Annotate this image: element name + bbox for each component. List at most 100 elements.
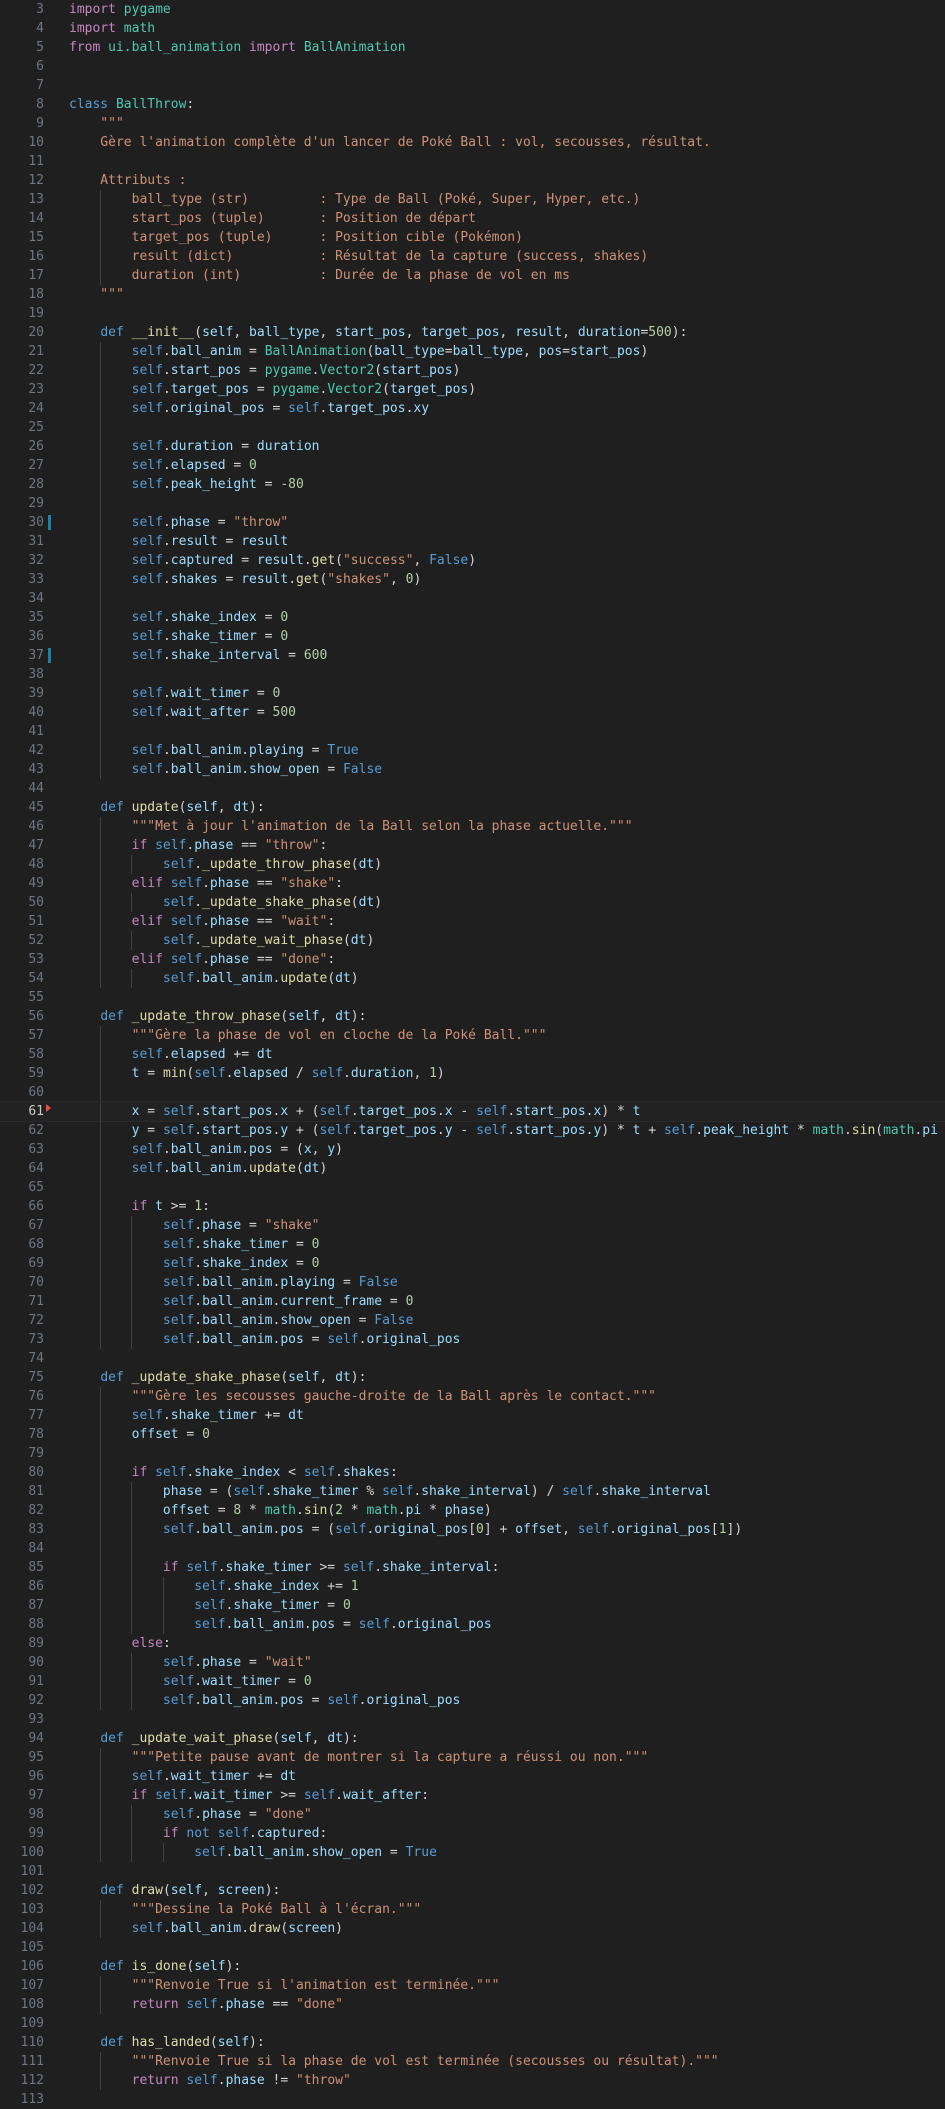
- code-line[interactable]: 81 phase = (self.shake_timer % self.shak…: [0, 1482, 945, 1501]
- code-line[interactable]: 55: [0, 988, 945, 1007]
- code-line[interactable]: 67 self.phase = "shake": [0, 1216, 945, 1235]
- code-line[interactable]: 65: [0, 1178, 945, 1197]
- code-line[interactable]: 70 self.ball_anim.playing = False: [0, 1273, 945, 1292]
- code-line[interactable]: 61 x = self.start_pos.x + (self.target_p…: [0, 1101, 945, 1122]
- code-line[interactable]: 12 Attributs :: [0, 171, 945, 190]
- code-line[interactable]: 24 self.original_pos = self.target_pos.x…: [0, 399, 945, 418]
- code-line[interactable]: 104 self.ball_anim.draw(screen): [0, 1919, 945, 1938]
- code-line[interactable]: 43 self.ball_anim.show_open = False: [0, 760, 945, 779]
- code-line[interactable]: 108 return self.phase == "done": [0, 1995, 945, 2014]
- code-line[interactable]: 72 self.ball_anim.show_open = False: [0, 1311, 945, 1330]
- code-line[interactable]: 22 self.start_pos = pygame.Vector2(start…: [0, 361, 945, 380]
- code-line[interactable]: 47 if self.phase == "throw":: [0, 836, 945, 855]
- code-line[interactable]: 92 self.ball_anim.pos = self.original_po…: [0, 1691, 945, 1710]
- code-line[interactable]: 38: [0, 665, 945, 684]
- code-line[interactable]: 78 offset = 0: [0, 1425, 945, 1444]
- code-line[interactable]: 89 else:: [0, 1634, 945, 1653]
- code-line[interactable]: 106 def is_done(self):: [0, 1957, 945, 1976]
- code-line[interactable]: 27 self.elapsed = 0: [0, 456, 945, 475]
- code-line[interactable]: 32 self.captured = result.get("success",…: [0, 551, 945, 570]
- code-line[interactable]: 41: [0, 722, 945, 741]
- code-line[interactable]: 9 """: [0, 114, 945, 133]
- code-line[interactable]: 87 self.shake_timer = 0: [0, 1596, 945, 1615]
- code-line[interactable]: 95 """Petite pause avant de montrer si l…: [0, 1748, 945, 1767]
- code-line[interactable]: 88 self.ball_anim.pos = self.original_po…: [0, 1615, 945, 1634]
- code-line[interactable]: 4 import math: [0, 19, 945, 38]
- code-line[interactable]: 7: [0, 76, 945, 95]
- code-line[interactable]: 113: [0, 2090, 945, 2109]
- code-line[interactable]: 62 y = self.start_pos.y + (self.target_p…: [0, 1121, 945, 1140]
- code-line[interactable]: 57 """Gère la phase de vol en cloche de …: [0, 1026, 945, 1045]
- code-line[interactable]: 46 """Met à jour l'animation de la Ball …: [0, 817, 945, 836]
- code-line[interactable]: 14 start_pos (tuple) : Position de dépar…: [0, 209, 945, 228]
- code-line[interactable]: 53 elif self.phase == "done":: [0, 950, 945, 969]
- code-line[interactable]: 20 def __init__(self, ball_type, start_p…: [0, 323, 945, 342]
- code-line[interactable]: 37 self.shake_interval = 600: [0, 646, 945, 665]
- code-line[interactable]: 77 self.shake_timer += dt: [0, 1406, 945, 1425]
- code-line[interactable]: 83 self.ball_anim.pos = (self.original_p…: [0, 1520, 945, 1539]
- code-line[interactable]: 111 """Renvoie True si la phase de vol e…: [0, 2052, 945, 2071]
- code-line[interactable]: 58 self.elapsed += dt: [0, 1045, 945, 1064]
- code-line[interactable]: 28 self.peak_height = -80: [0, 475, 945, 494]
- code-line[interactable]: 71 self.ball_anim.current_frame = 0: [0, 1292, 945, 1311]
- code-line[interactable]: 30 self.phase = "throw": [0, 513, 945, 532]
- code-line[interactable]: 23 self.target_pos = pygame.Vector2(targ…: [0, 380, 945, 399]
- code-line[interactable]: 44: [0, 779, 945, 798]
- code-line[interactable]: 82 offset = 8 * math.sin(2 * math.pi * p…: [0, 1501, 945, 1520]
- code-line[interactable]: 76 """Gère les secousses gauche-droite d…: [0, 1387, 945, 1406]
- code-line[interactable]: 36 self.shake_timer = 0: [0, 627, 945, 646]
- code-line[interactable]: 56 def _update_throw_phase(self, dt):: [0, 1007, 945, 1026]
- code-line[interactable]: 52 self._update_wait_phase(dt): [0, 931, 945, 950]
- code-line[interactable]: 31 self.result = result: [0, 532, 945, 551]
- code-line[interactable]: 16 result (dict) : Résultat de la captur…: [0, 247, 945, 266]
- code-line[interactable]: 84: [0, 1539, 945, 1558]
- code-line[interactable]: 86 self.shake_index += 1: [0, 1577, 945, 1596]
- code-line[interactable]: 102 def draw(self, screen):: [0, 1881, 945, 1900]
- code-line[interactable]: 98 self.phase = "done": [0, 1805, 945, 1824]
- code-line[interactable]: 59 t = min(self.elapsed / self.duration,…: [0, 1064, 945, 1083]
- code-line[interactable]: 101: [0, 1862, 945, 1881]
- code-line[interactable]: 75 def _update_shake_phase(self, dt):: [0, 1368, 945, 1387]
- code-line[interactable]: 42 self.ball_anim.playing = True: [0, 741, 945, 760]
- code-line[interactable]: 40 self.wait_after = 500: [0, 703, 945, 722]
- code-line[interactable]: 103 """Dessine la Poké Ball à l'écran.""…: [0, 1900, 945, 1919]
- code-line[interactable]: 99 if not self.captured:: [0, 1824, 945, 1843]
- code-line[interactable]: 17 duration (int) : Durée de la phase de…: [0, 266, 945, 285]
- code-line[interactable]: 100 self.ball_anim.show_open = True: [0, 1843, 945, 1862]
- code-line[interactable]: 18 """: [0, 285, 945, 304]
- code-line[interactable]: 48 self._update_throw_phase(dt): [0, 855, 945, 874]
- code-line[interactable]: 60: [0, 1083, 945, 1102]
- code-line[interactable]: 26 self.duration = duration: [0, 437, 945, 456]
- code-line[interactable]: 33 self.shakes = result.get("shakes", 0): [0, 570, 945, 589]
- code-line[interactable]: 5 from ui.ball_animation import BallAnima…: [0, 38, 945, 57]
- code-line[interactable]: 35 self.shake_index = 0: [0, 608, 945, 627]
- code-line[interactable]: 45 def update(self, dt):: [0, 798, 945, 817]
- code-line[interactable]: 94 def _update_wait_phase(self, dt):: [0, 1729, 945, 1748]
- code-editor[interactable]: 3 import pygame 4 import math 5 from ui.ball_…: [0, 0, 945, 2107]
- code-line[interactable]: 34: [0, 589, 945, 608]
- code-line[interactable]: 91 self.wait_timer = 0: [0, 1672, 945, 1691]
- code-line[interactable]: 39 self.wait_timer = 0: [0, 684, 945, 703]
- code-line[interactable]: 107 """Renvoie True si l'animation est t…: [0, 1976, 945, 1995]
- code-line[interactable]: 109: [0, 2014, 945, 2033]
- code-line[interactable]: 29: [0, 494, 945, 513]
- code-line[interactable]: 15 target_pos (tuple) : Position cible (…: [0, 228, 945, 247]
- code-line[interactable]: 10 Gère l'animation complète d'un lancer…: [0, 133, 945, 152]
- code-line[interactable]: 66 if t >= 1:: [0, 1197, 945, 1216]
- code-line[interactable]: 85 if self.shake_timer >= self.shake_int…: [0, 1558, 945, 1577]
- code-line[interactable]: 93: [0, 1710, 945, 1729]
- code-line[interactable]: 3 import pygame: [0, 0, 945, 19]
- code-line[interactable]: 54 self.ball_anim.update(dt): [0, 969, 945, 988]
- code-line[interactable]: 79: [0, 1444, 945, 1463]
- code-line[interactable]: 96 self.wait_timer += dt: [0, 1767, 945, 1786]
- code-line[interactable]: 49 elif self.phase == "shake":: [0, 874, 945, 893]
- code-line[interactable]: 69 self.shake_index = 0: [0, 1254, 945, 1273]
- code-line[interactable]: 11: [0, 152, 945, 171]
- code-line[interactable]: 19: [0, 304, 945, 323]
- code-line[interactable]: 50 self._update_shake_phase(dt): [0, 893, 945, 912]
- code-line[interactable]: 97 if self.wait_timer >= self.wait_after…: [0, 1786, 945, 1805]
- code-line[interactable]: 64 self.ball_anim.update(dt): [0, 1159, 945, 1178]
- code-line[interactable]: 63 self.ball_anim.pos = (x, y): [0, 1140, 945, 1159]
- code-line[interactable]: 74: [0, 1349, 945, 1368]
- code-line[interactable]: 51 elif self.phase == "wait":: [0, 912, 945, 931]
